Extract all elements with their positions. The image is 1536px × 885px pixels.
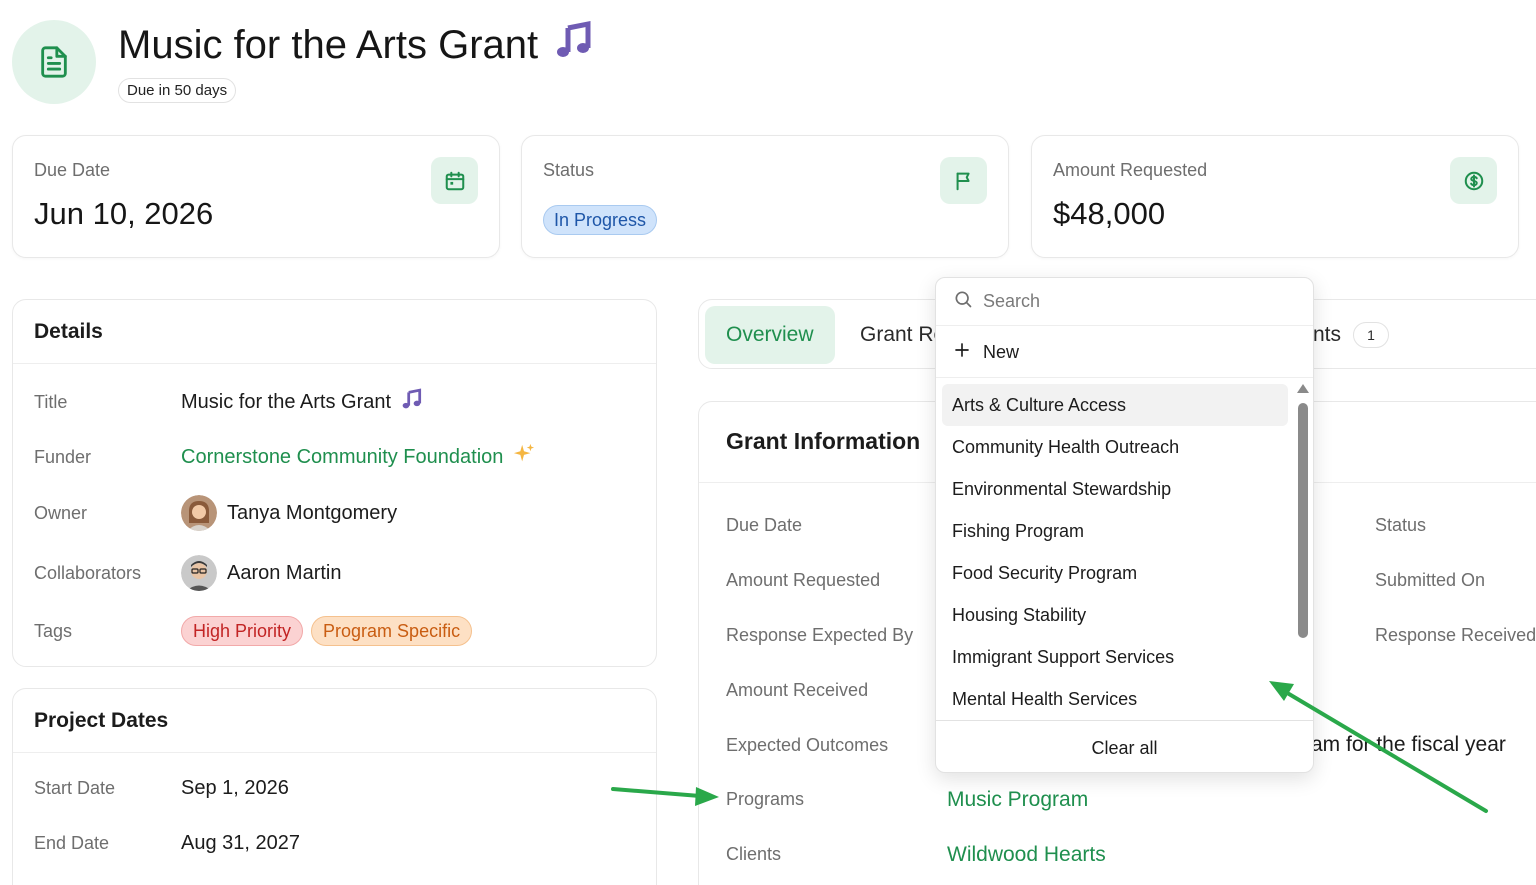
amount-card: Amount Requested $48,000 [1031,135,1519,258]
start-date-row: Start Date Sep 1, 2026 [34,777,646,800]
title-label: Title [34,391,68,412]
page-title-text: Music for the Arts Grant [118,22,539,67]
avatar [181,495,217,531]
funder-link[interactable]: Cornerstone Community Foundation [181,446,503,469]
grant-information-heading: Grant Information [726,428,921,454]
response-expected-label: Response Expected By [726,625,914,645]
end-date-row: End Date Aug 31, 2027 [34,832,646,855]
dollar-icon [1450,157,1497,204]
project-dates-panel: Project Dates Start Date Sep 1, 2026 End… [12,688,657,885]
avatar [181,555,217,591]
collaborators-row: Collaborators Aaron Martin [34,555,646,591]
tag-high-priority[interactable]: High Priority [181,616,304,646]
expected-outcomes-value[interactable]: am for the fiscal year [1311,733,1506,757]
dropdown-options: Arts & Culture Access Community Health O… [942,384,1288,720]
scroll-up-arrow-icon[interactable] [1297,384,1309,393]
status-label: Status [1375,515,1427,535]
funder-label: Funder [34,446,92,467]
details-panel: Details Title Music for the Arts Grant F… [12,299,657,667]
option-fishing-program[interactable]: Fishing Program [942,510,1288,552]
project-dates-heading: Project Dates [13,689,656,753]
option-arts-culture-access[interactable]: Arts & Culture Access [942,384,1288,426]
new-option-button[interactable]: New [936,328,1313,378]
amount-label: Amount Requested [1053,160,1208,180]
tags-label: Tags [34,620,73,641]
tags-row: Tags High Priority Program Specific [34,616,646,646]
flag-icon [940,157,987,204]
option-immigrant-support-services[interactable]: Immigrant Support Services [942,636,1288,678]
scrollbar-thumb[interactable] [1298,403,1308,638]
expected-outcomes-label: Expected Outcomes [726,735,889,755]
music-note-icon [554,20,594,70]
owner-label: Owner [34,502,88,523]
title-value[interactable]: Music for the Arts Grant [181,391,391,414]
option-housing-stability[interactable]: Housing Stability [942,594,1288,636]
amount-received-label: Amount Received [726,680,869,700]
calendar-icon [431,157,478,204]
clients-label: Clients [726,844,782,864]
start-date-label: Start Date [34,778,116,798]
option-mental-health-services[interactable]: Mental Health Services [942,678,1288,720]
owner-row: Owner Tanya Montgomery [34,495,646,531]
document-icon [12,20,96,104]
tab-attachments-label: nts [1313,323,1342,346]
page-title: Music for the Arts Grant [118,20,594,70]
title-row: Title Music for the Arts Grant [34,388,646,416]
clients-value[interactable]: Wildwood Hearts [947,843,1106,867]
details-heading: Details [13,300,656,364]
programs-label: Programs [726,789,805,809]
programs-value[interactable]: Music Program [947,788,1088,812]
dropdown-search [936,278,1313,326]
collaborators-label: Collaborators [34,562,142,583]
new-option-label: New [983,342,1020,362]
plus-icon [953,341,971,364]
amount-value: $48,000 [1053,196,1166,231]
response-received-label: Response Received [1375,625,1536,645]
status-label: Status [543,160,595,180]
start-date-value[interactable]: Sep 1, 2026 [181,777,289,800]
tag-program-specific[interactable]: Program Specific [311,616,473,646]
due-date-value: Jun 10, 2026 [34,196,214,231]
end-date-value[interactable]: Aug 31, 2027 [181,832,300,855]
option-food-security-program[interactable]: Food Security Program [942,552,1288,594]
music-note-icon [401,388,423,416]
option-environmental-stewardship[interactable]: Environmental Stewardship [942,468,1288,510]
status-card: Status In Progress [521,135,1009,258]
amount-requested-label: Amount Requested [726,570,881,590]
attachments-count-badge: 1 [1353,322,1390,349]
clear-all-button[interactable]: Clear all [936,720,1313,774]
programs-dropdown: New Arts & Culture Access Community Heal… [935,277,1314,773]
status-badge[interactable]: In Progress [543,205,658,235]
search-input[interactable] [983,291,1273,312]
submitted-on-label: Submitted On [1375,570,1486,590]
owner-name[interactable]: Tanya Montgomery [227,502,397,525]
collaborator-name[interactable]: Aaron Martin [227,562,342,585]
sparkle-icon [513,443,535,471]
option-community-health-outreach[interactable]: Community Health Outreach [942,426,1288,468]
due-date-label: Due Date [34,160,111,180]
funder-row: Funder Cornerstone Community Foundation [34,443,646,471]
tab-overview[interactable]: Overview [705,306,835,364]
due-badge: Due in 50 days [118,78,237,103]
due-date-card: Due Date Jun 10, 2026 [12,135,500,258]
due-date-label: Due Date [726,515,803,535]
search-icon [953,289,973,314]
end-date-label: End Date [34,833,110,853]
